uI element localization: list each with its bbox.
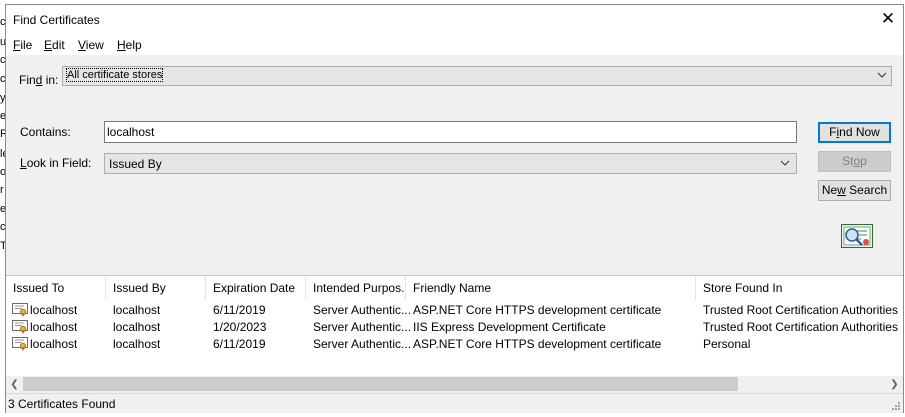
- results-list[interactable]: Issued To Issued By Expiration Date Inte…: [6, 275, 903, 397]
- stop-button[interactable]: Stop: [818, 151, 891, 172]
- horizontal-scrollbar[interactable]: ❮ ❯: [6, 376, 903, 393]
- cell-expiration-date: 6/11/2019: [213, 303, 266, 317]
- background-text-fragment: r: [0, 184, 4, 196]
- contains-input[interactable]: [105, 122, 796, 142]
- resize-grip-icon[interactable]: [891, 401, 901, 411]
- cell-store-found-in: Trusted Root Certification Authorities: [703, 303, 898, 317]
- cell-issued-to: localhost: [30, 303, 78, 317]
- contains-label: Contains:: [20, 125, 71, 139]
- column-header-intended-purposes[interactable]: Intended Purpos...: [306, 276, 406, 300]
- find-in-label: Find in:: [19, 73, 59, 87]
- find-in-dropdown[interactable]: All certificate stores: [62, 66, 892, 86]
- cell-intended-purposes: Server Authentic...: [313, 303, 412, 317]
- column-header-store-found-in[interactable]: Store Found In: [696, 276, 903, 300]
- table-row[interactable]: localhost localhost 6/11/2019 Server Aut…: [6, 302, 903, 319]
- scroll-right-arrow-icon[interactable]: ❯: [886, 377, 903, 392]
- chevron-down-icon: [877, 72, 887, 78]
- cell-expiration-date: 6/11/2019: [213, 337, 266, 351]
- menu-edit[interactable]: Edit: [44, 38, 65, 52]
- column-header-issued-by[interactable]: Issued By: [106, 276, 206, 300]
- menu-bar: File Edit View Help: [6, 33, 903, 55]
- cell-issued-to: localhost: [30, 320, 78, 334]
- cell-friendly-name: ASP.NET Core HTTPS development certifica…: [413, 303, 662, 317]
- cell-issued-by: localhost: [113, 320, 161, 334]
- new-search-button[interactable]: New Search: [818, 180, 891, 201]
- column-header-expiration-date[interactable]: Expiration Date: [206, 276, 306, 300]
- scrollbar-thumb[interactable]: [23, 377, 738, 391]
- table-row[interactable]: localhost localhost 1/20/2023 Server Aut…: [6, 319, 903, 336]
- cell-store-found-in: Trusted Root Certification Authorities: [703, 320, 898, 334]
- contains-input-box[interactable]: [104, 121, 797, 143]
- title-bar[interactable]: Find Certificates ✕: [6, 5, 903, 33]
- find-in-value: All certificate stores: [65, 68, 164, 82]
- certificate-icon: [12, 303, 28, 317]
- menu-help[interactable]: Help: [117, 38, 142, 52]
- find-now-button[interactable]: Find Now: [818, 122, 891, 143]
- menu-file[interactable]: File: [13, 38, 32, 52]
- cell-intended-purposes: Server Authentic...: [313, 337, 412, 351]
- look-in-field-dropdown[interactable]: Issued By: [104, 153, 797, 174]
- table-row[interactable]: localhost localhost 6/11/2019 Server Aut…: [6, 336, 903, 353]
- close-icon: ✕: [880, 9, 896, 28]
- scroll-left-arrow-icon[interactable]: ❮: [6, 377, 23, 392]
- search-certificates-icon: [841, 224, 873, 248]
- column-header-friendly-name[interactable]: Friendly Name: [406, 276, 696, 300]
- cell-expiration-date: 1/20/2023: [213, 320, 267, 334]
- close-button[interactable]: ✕: [873, 5, 903, 33]
- window-title: Find Certificates: [13, 13, 100, 27]
- cell-issued-to: localhost: [30, 337, 78, 351]
- cell-store-found-in: Personal: [703, 337, 751, 351]
- cell-issued-by: localhost: [113, 303, 161, 317]
- cell-issued-by: localhost: [113, 337, 161, 351]
- certificate-icon: [12, 337, 28, 351]
- column-header-issued-to[interactable]: Issued To: [6, 276, 106, 300]
- cell-friendly-name: ASP.NET Core HTTPS development certifica…: [413, 337, 662, 351]
- chevron-down-icon: [780, 160, 790, 166]
- look-in-field-value: Issued By: [109, 157, 162, 171]
- cell-friendly-name: IIS Express Development Certificate: [413, 320, 606, 334]
- status-text: 3 Certificates Found: [8, 397, 116, 411]
- find-certificates-window: Find Certificates ✕ File Edit View Help …: [5, 4, 904, 413]
- look-in-field-label: Look in Field:: [20, 156, 92, 170]
- cell-intended-purposes: Server Authentic...: [313, 320, 412, 334]
- menu-view[interactable]: View: [78, 38, 104, 52]
- certificate-icon: [12, 320, 28, 334]
- status-bar: 3 Certificates Found: [6, 393, 903, 413]
